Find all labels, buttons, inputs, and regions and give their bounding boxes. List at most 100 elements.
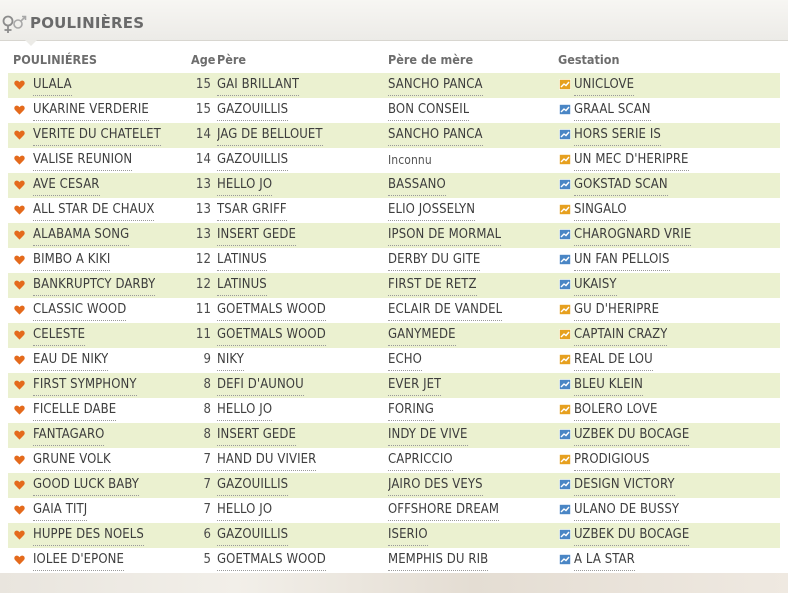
mare-name-link[interactable]: ALL STAR DE CHAUX	[33, 202, 155, 221]
heart-icon[interactable]	[14, 405, 25, 415]
mare-name-link[interactable]: EAU DE NIKY	[33, 352, 109, 371]
mare-name-link[interactable]: HUPPE DES NOELS	[33, 527, 144, 546]
mare-name-link[interactable]: AVE CESAR	[33, 177, 100, 196]
gestation-link[interactable]: CHAROGNARD VRIE	[574, 227, 692, 246]
dam-sire-link[interactable]: ISERIO	[388, 527, 428, 546]
sire-link[interactable]: TSAR GRIFF	[217, 202, 287, 221]
mare-name-link[interactable]: ULALA	[33, 77, 72, 96]
dam-sire-link[interactable]: ELIO JOSSELYN	[388, 202, 476, 221]
mare-name-link[interactable]: CLASSIC WOOD	[33, 302, 127, 321]
gestation-link[interactable]: UKAISY	[574, 277, 617, 296]
heart-icon[interactable]	[14, 530, 25, 540]
dam-sire-link[interactable]: SANCHO PANCA	[388, 77, 483, 96]
sire-link[interactable]: GOETMALS WOOD	[217, 552, 326, 571]
gestation-link[interactable]: UNICLOVE	[574, 77, 635, 96]
dam-sire-link[interactable]: GANYMEDE	[388, 327, 456, 346]
dam-sire-link[interactable]: SANCHO PANCA	[388, 127, 483, 146]
sire-link[interactable]: DEFI D'AUNOU	[217, 377, 304, 396]
mare-age: 8	[203, 377, 211, 392]
heart-icon[interactable]	[14, 80, 25, 90]
sire-link[interactable]: NIKY	[217, 352, 244, 371]
sire-link[interactable]: GAZOUILLIS	[217, 477, 289, 496]
mare-name-link[interactable]: FANTAGARO	[33, 427, 105, 446]
dam-sire-link[interactable]: MEMPHIS DU RIB	[388, 552, 489, 571]
mare-name-link[interactable]: UKARINE VERDERIE	[33, 102, 149, 121]
sire-link[interactable]: HAND DU VIVIER	[217, 452, 317, 471]
sire-link[interactable]: INSERT GEDE	[217, 427, 296, 446]
heart-icon[interactable]	[14, 430, 25, 440]
heart-icon[interactable]	[14, 130, 25, 140]
dam-sire-link[interactable]: IPSON DE MORMAL	[388, 227, 502, 246]
gestation-link[interactable]: CAPTAIN CRAZY	[574, 327, 668, 346]
heart-icon[interactable]	[14, 555, 25, 565]
mare-name-link[interactable]: GRUNE VOLK	[33, 452, 111, 471]
mare-name-link[interactable]: CELESTE	[33, 327, 86, 346]
gestation-link[interactable]: BOLERO LOVE	[574, 402, 658, 421]
gestation-link[interactable]: UZBEK DU BOCAGE	[574, 527, 690, 546]
dam-sire-link[interactable]: EVER JET	[388, 377, 442, 396]
dam-sire-link[interactable]: BON CONSEIL	[388, 102, 470, 121]
gestation-link[interactable]: UN FAN PELLOIS	[574, 252, 670, 271]
dam-sire-link[interactable]: FORING	[388, 402, 434, 421]
dam-sire-link[interactable]: DERBY DU GITE	[388, 252, 481, 271]
gestation-link[interactable]: REAL DE LOU	[574, 352, 653, 371]
heart-icon[interactable]	[14, 205, 25, 215]
sire-link[interactable]: INSERT GEDE	[217, 227, 296, 246]
dam-sire-link[interactable]: JAIRO DES VEYS	[388, 477, 483, 496]
sire-link[interactable]: GOETMALS WOOD	[217, 302, 326, 321]
mare-name-link[interactable]: VERITE DU CHATELET	[33, 127, 161, 146]
mare-name-link[interactable]: ALABAMA SONG	[33, 227, 130, 246]
gestation-link[interactable]: HORS SERIE IS	[574, 127, 661, 146]
mare-name-link[interactable]: GAIA TITJ	[33, 502, 88, 521]
dam-sire-link[interactable]: FIRST DE RETZ	[388, 277, 477, 296]
heart-icon[interactable]	[14, 230, 25, 240]
dam-sire-link[interactable]: ECLAIR DE VANDEL	[388, 302, 503, 321]
mare-name-link[interactable]: BANKRUPTCY DARBY	[33, 277, 156, 296]
gestation-link[interactable]: GU D'HERIPRE	[574, 302, 660, 321]
sire-link[interactable]: GAZOUILLIS	[217, 102, 289, 121]
gestation-link[interactable]: UN MEC D'HERIPRE	[574, 152, 689, 171]
gestation-link[interactable]: A LA STAR	[574, 552, 635, 571]
heart-icon[interactable]	[14, 155, 25, 165]
sire-link[interactable]: LATINUS	[217, 252, 267, 271]
gestation-link[interactable]: UZBEK DU BOCAGE	[574, 427, 690, 446]
gestation-link[interactable]: GOKSTAD SCAN	[574, 177, 668, 196]
sire-link[interactable]: HELLO JO	[217, 402, 273, 421]
heart-icon[interactable]	[14, 455, 25, 465]
sire-link[interactable]: GAZOUILLIS	[217, 527, 289, 546]
mare-name-link[interactable]: GOOD LUCK BABY	[33, 477, 140, 496]
dam-sire-link[interactable]: OFFSHORE DREAM	[388, 502, 500, 521]
mare-name-link[interactable]: BIMBO A KIKI	[33, 252, 111, 271]
sire-link[interactable]: HELLO JO	[217, 177, 273, 196]
heart-icon[interactable]	[14, 330, 25, 340]
heart-icon[interactable]	[14, 280, 25, 290]
gestation-link[interactable]: BLEU KLEIN	[574, 377, 643, 396]
sire-link[interactable]: GOETMALS WOOD	[217, 327, 326, 346]
heart-icon[interactable]	[14, 380, 25, 390]
heart-icon[interactable]	[14, 105, 25, 115]
heart-icon[interactable]	[14, 305, 25, 315]
heart-icon[interactable]	[14, 255, 25, 265]
sire-link[interactable]: HELLO JO	[217, 502, 273, 521]
gestation-link[interactable]: GRAAL SCAN	[574, 102, 651, 121]
heart-icon[interactable]	[14, 355, 25, 365]
mare-name-link[interactable]: VALISE REUNION	[33, 152, 133, 171]
dam-sire-link[interactable]: INDY DE VIVE	[388, 427, 468, 446]
dam-sire-link[interactable]: ECHO	[388, 352, 422, 371]
dam-sire-link[interactable]: BASSANO	[388, 177, 446, 196]
mare-name-link[interactable]: FIRST SYMPHONY	[33, 377, 137, 396]
heart-icon[interactable]	[14, 505, 25, 515]
mare-name-link[interactable]: FICELLE DABE	[33, 402, 117, 421]
gestation-link[interactable]: PRODIGIOUS	[574, 452, 650, 471]
sire-link[interactable]: JAG DE BELLOUET	[217, 127, 323, 146]
mare-name-link[interactable]: IOLEE D'EPONE	[33, 552, 124, 571]
heart-icon[interactable]	[14, 480, 25, 490]
sire-link[interactable]: GAZOUILLIS	[217, 152, 289, 171]
dam-sire-link[interactable]: CAPRICCIO	[388, 452, 453, 471]
heart-icon[interactable]	[14, 180, 25, 190]
sire-link[interactable]: GAI BRILLANT	[217, 77, 300, 96]
gestation-link[interactable]: DESIGN VICTORY	[574, 477, 675, 496]
gestation-link[interactable]: SINGALO	[574, 202, 627, 221]
sire-link[interactable]: LATINUS	[217, 277, 267, 296]
gestation-link[interactable]: ULANO DE BUSSY	[574, 502, 680, 521]
